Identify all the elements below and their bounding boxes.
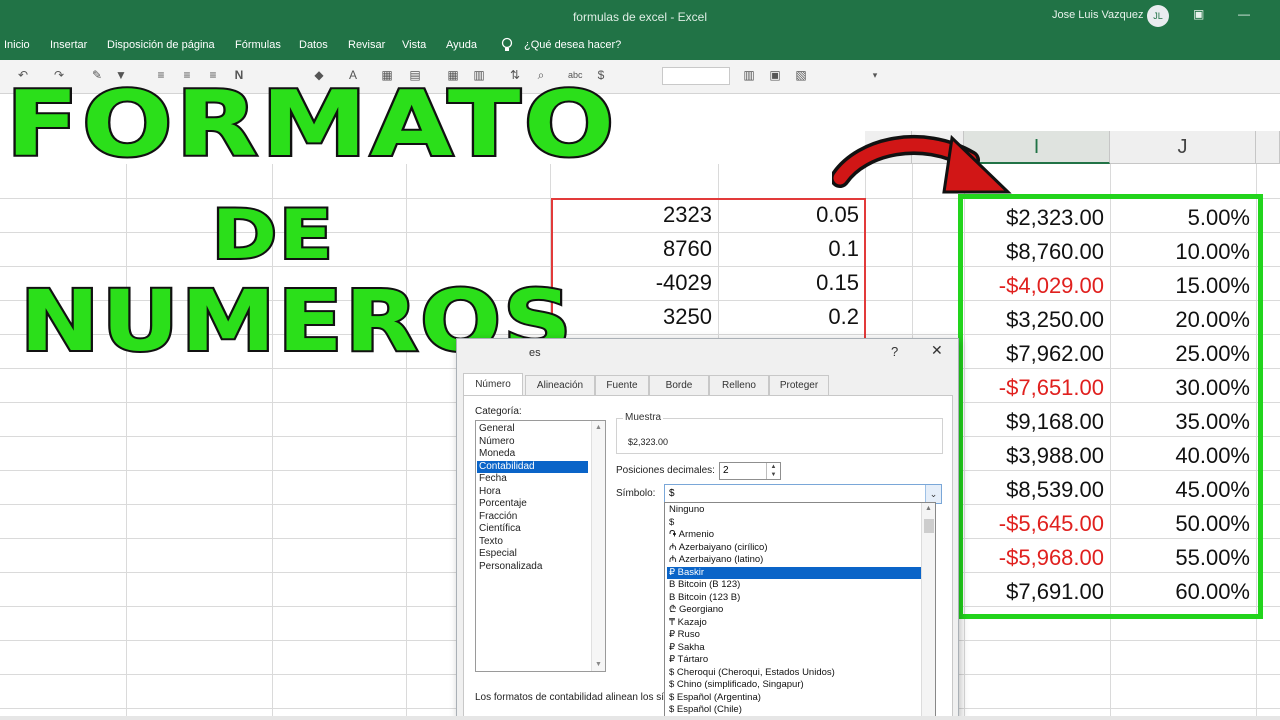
formatted-highlight-box <box>958 194 1263 619</box>
tab-borde[interactable]: Borde <box>649 375 709 395</box>
tab-numero[interactable]: Número <box>463 373 523 395</box>
tab-alineacion[interactable]: Alineación <box>525 375 595 395</box>
sheet-tab-bar <box>0 716 1280 720</box>
description-text: Los formatos de contabilidad alinean los… <box>475 692 665 703</box>
symbol-option[interactable]: $ Español (Chile) <box>667 704 925 717</box>
close-icon[interactable]: ✕ <box>931 342 943 359</box>
tab-ayuda[interactable]: Ayuda <box>446 39 477 51</box>
symbol-option[interactable]: ₽ Baskir <box>667 566 925 579</box>
tell-me-search[interactable]: ¿Qué desea hacer? <box>524 39 621 51</box>
decrement-icon[interactable]: ▼ <box>766 471 780 479</box>
tab-vista[interactable]: Vista <box>402 39 426 51</box>
category-item[interactable]: Número <box>479 436 515 448</box>
column-header-k[interactable] <box>1256 131 1280 164</box>
symbol-option[interactable]: ₽ Sakha <box>667 642 925 655</box>
symbol-option[interactable]: ₾ Georgiano <box>667 604 925 617</box>
excel-screenshot: formulas de excel - Excel Jose Luis Vazq… <box>0 0 1280 720</box>
help-button[interactable]: ? <box>891 344 898 359</box>
user-name[interactable]: Jose Luis Vazquez <box>1052 9 1144 21</box>
format-cells-dialog: es ? ✕ Número Alineación Fuente Borde Re… <box>456 338 959 720</box>
symbol-option[interactable]: $ Cheroqui (Cheroqui, Estados Unidos) <box>667 667 925 680</box>
symbol-option[interactable]: Ninguno <box>667 504 925 517</box>
category-label: Categoría: <box>475 406 522 417</box>
sample-label: Muestra <box>623 412 664 423</box>
category-item[interactable]: Contabilidad <box>477 460 588 473</box>
insert-icon[interactable]: ▣ <box>768 68 782 82</box>
chart-icon[interactable]: ▥ <box>742 68 756 82</box>
customize-toolbar-icon[interactable]: ▾ <box>868 68 882 82</box>
symbol-option[interactable]: ₽ Tártaro <box>667 654 925 667</box>
tab-relleno[interactable]: Relleno <box>709 375 769 395</box>
symbol-option[interactable]: ₼ Azerbaiyano (cirílico) <box>667 542 925 555</box>
symbol-option[interactable]: $ Español (Argentina) <box>667 692 925 705</box>
category-scrollbar[interactable]: ▲ ▼ <box>591 421 605 671</box>
category-item[interactable]: Texto <box>479 536 503 548</box>
title-bar: formulas de excel - Excel Jose Luis Vazq… <box>0 0 1280 34</box>
category-item[interactable]: General <box>479 423 515 435</box>
symbol-option[interactable]: ֏ Armenio <box>667 529 925 542</box>
overlay-title-line1: FORMATO <box>4 70 618 179</box>
ribbon-tabs: Inicio Insertar Disposición de página Fó… <box>0 34 1280 60</box>
category-item[interactable]: Especial <box>479 548 517 560</box>
tab-datos[interactable]: Datos <box>299 39 328 51</box>
category-list[interactable]: General Número Moneda Contabilidad Fecha Hora… <box>475 420 606 672</box>
symbol-select[interactable]: $ ⌄ <box>664 484 942 504</box>
tab-revisar[interactable]: Revisar <box>348 39 385 51</box>
decimals-label: Posiciones decimales: <box>616 465 715 476</box>
scroll-thumb[interactable] <box>924 519 934 533</box>
symbol-option[interactable]: ₼ Azerbaiyano (latino) <box>667 554 925 567</box>
chevron-down-icon[interactable]: ⌄ <box>925 485 941 503</box>
increment-icon[interactable]: ▲ <box>766 463 780 471</box>
minimize-icon[interactable]: — <box>1238 7 1250 21</box>
symbol-option[interactable]: B Bitcoin (123 B) <box>667 592 925 605</box>
tab-insertar[interactable]: Insertar <box>50 39 87 51</box>
overlay-title-line2: DE <box>210 194 335 277</box>
tab-inicio[interactable]: Inicio <box>4 39 30 51</box>
picture-icon[interactable]: ▧ <box>794 68 808 82</box>
symbol-option[interactable]: ₽ Ruso <box>667 629 925 642</box>
tab-formulas[interactable]: Fórmulas <box>235 39 281 51</box>
column-header-j[interactable]: J <box>1110 131 1256 164</box>
symbol-option[interactable]: ₸ Kazajo <box>667 617 925 630</box>
ribbon-display-icon[interactable]: ▣ <box>1193 7 1204 21</box>
category-item[interactable]: Moneda <box>479 448 515 460</box>
dialog-title: es <box>529 347 541 359</box>
category-item[interactable]: Fecha <box>479 473 507 485</box>
tab-disposicion[interactable]: Disposición de página <box>107 39 215 51</box>
symbol-label: Símbolo: <box>616 488 656 499</box>
category-item[interactable]: Fracción <box>479 511 517 523</box>
symbol-selected-value[interactable]: $ <box>669 488 675 499</box>
decimals-stepper[interactable]: 2 ▲ ▼ <box>719 462 781 480</box>
red-arrow-icon <box>832 134 1012 194</box>
symbol-option[interactable]: B Bitcoin (B 123) <box>667 579 925 592</box>
font-size-box[interactable] <box>662 67 730 85</box>
avatar[interactable]: JL <box>1147 5 1169 27</box>
symbol-dropdown-list[interactable]: Ninguno $ ֏ Armenio ₼ Azerbaiyano (cirílico… <box>664 502 936 720</box>
sample-value: $2,323.00 <box>628 437 669 447</box>
lightbulb-icon[interactable] <box>501 37 513 53</box>
tab-proteger[interactable]: Proteger <box>769 375 829 395</box>
symbol-option[interactable]: $ <box>667 517 925 530</box>
category-item[interactable]: Porcentaje <box>479 498 527 510</box>
decimals-value[interactable]: 2 <box>723 465 729 476</box>
category-item[interactable]: Científica <box>479 523 521 535</box>
category-item[interactable]: Hora <box>479 486 501 498</box>
tab-fuente[interactable]: Fuente <box>595 375 649 395</box>
symbol-option[interactable]: $ Chino (simplificado, Singapur) <box>667 679 925 692</box>
dropdown-scrollbar[interactable]: ▲ <box>921 503 935 720</box>
sample-box: Muestra $2,323.00 <box>616 412 943 454</box>
category-item[interactable]: Personalizada <box>479 561 542 573</box>
